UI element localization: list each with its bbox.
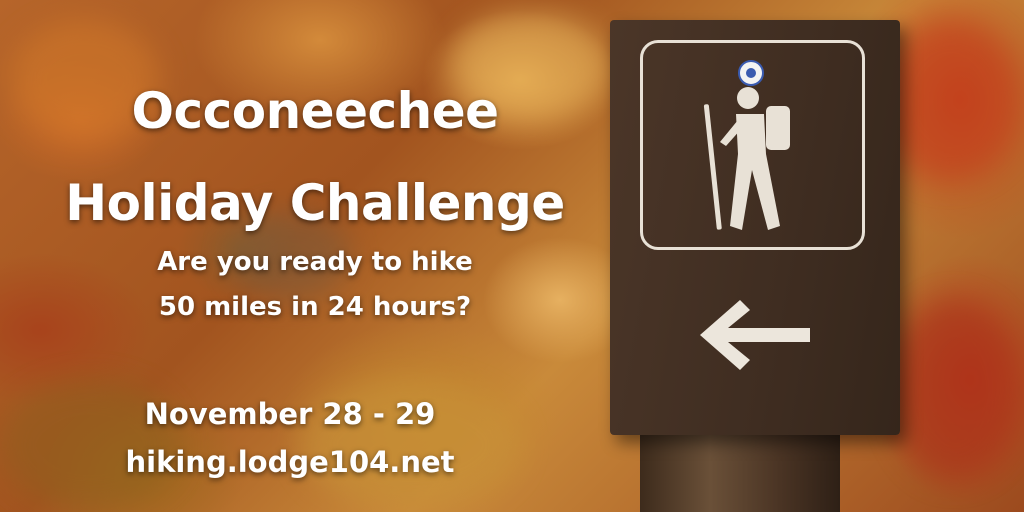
subtitle-line-2: 50 miles in 24 hours? [158, 292, 472, 322]
title-line-1: Occoneechee [131, 82, 499, 140]
website-url: hiking.lodge104.net [125, 445, 455, 479]
foliage-blob [890, 300, 1020, 480]
foliage-blob [880, 20, 1020, 180]
poster-canvas: Occoneechee Holiday Challenge Are you re… [0, 0, 1024, 512]
left-arrow-icon [700, 300, 810, 370]
title-line-2: Holiday Challenge [65, 174, 565, 232]
hiker-icon [703, 87, 790, 230]
badge-icon [738, 60, 764, 86]
event-date: November 28 - 29 [144, 397, 436, 431]
subtitle-line-1: Are you ready to hike [157, 247, 473, 277]
